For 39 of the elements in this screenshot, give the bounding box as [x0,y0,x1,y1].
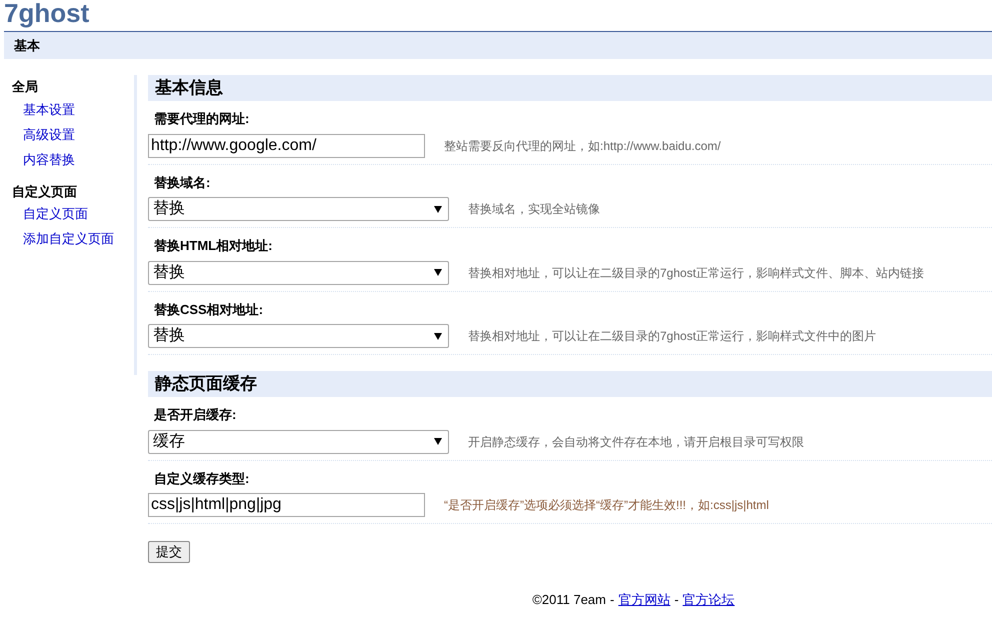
caret-icon [434,269,442,276]
separator: - [674,591,679,609]
field-label: 替换HTML相对地址: [153,237,274,255]
field-label: 自定义缓存类型: [153,470,250,488]
select-field[interactable]: 缓存 [148,430,449,454]
forum-link[interactable]: 官方论坛 [682,590,735,610]
copyright-text: ©2011 7eam [532,591,606,609]
field-hint: “是否开启缓存”选项必须选择“缓存”才能生效!!!，如:css|js|html [444,497,769,514]
select-field[interactable]: 替换 [148,197,449,221]
field-hint: 整站需要反向代理的网址，如:http://www.baidu.com/ [444,138,721,154]
website-link[interactable]: 官方网站 [618,590,670,610]
sidebar-link[interactable]: 高级设置 [12,122,134,146]
field-label: 替换CSS相对地址: [153,300,264,318]
field-label: 替换域名: [153,174,212,192]
select-field[interactable]: 替换 [148,260,449,284]
sidebar-link[interactable]: 基本设置 [12,96,134,122]
sidebar-link[interactable]: 内容替换 [12,146,134,172]
sidebar-link[interactable]: 添加自定义页面 [12,226,134,251]
caret-icon [434,438,442,445]
sidebar-link[interactable]: 自定义页面 [12,201,134,226]
caret-icon [434,332,442,340]
select-field[interactable]: 替换 [148,324,449,348]
field-hint: 替换域名，实现全站镜像 [468,201,600,218]
field-label: 需要代理的网址: [153,110,250,128]
sidebar-heading: 全局 [12,78,39,96]
submit-button[interactable]: 提交 [148,540,190,563]
field-hint: 替换相对地址，可以让在二级目录的7ghost正常运行，影响样式文件中的图片 [468,328,876,345]
section-header: 静态页面缓存 [148,371,992,397]
input-field[interactable]: http://www.google.com/ [148,134,425,158]
field-label: 是否开启缓存: [153,406,238,424]
separator: - [610,591,614,609]
section-header: 基本信息 [148,75,992,101]
input-field[interactable]: css|js|html|png|jpg [148,493,425,517]
site-logo[interactable]: 7ghost [0,0,992,27]
field-hint: 替换相对地址，可以让在二级目录的7ghost正常运行，影响样式文件、脚本、站内链接 [468,264,924,282]
sidebar-heading: 自定义页面 [12,182,78,200]
field-hint: 开启静态缓存，会自动将文件存在本地，请开启根目录可写权限 [468,434,804,450]
nav-title: 基本 [14,36,40,55]
caret-icon [434,206,442,212]
